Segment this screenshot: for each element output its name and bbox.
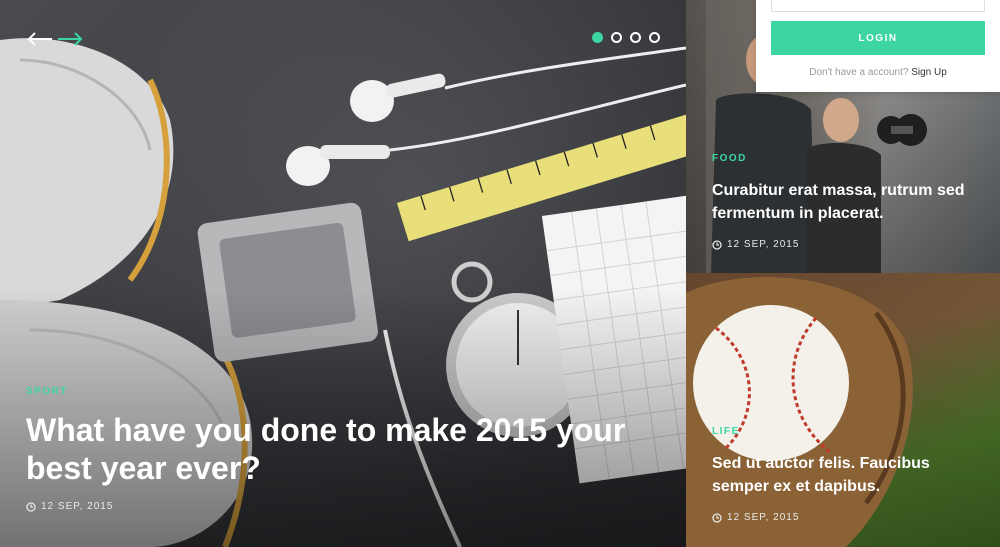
login-button[interactable]: LOGIN: [771, 21, 985, 55]
post-category[interactable]: FOOD: [712, 153, 982, 164]
signup-prompt: Don't have a account?: [809, 67, 909, 78]
side-post-text: LIFE Sed ut auctor felis. Faucibus sempe…: [712, 426, 982, 523]
post-category[interactable]: SPORT: [26, 386, 666, 397]
signup-link[interactable]: Sign Up: [911, 67, 947, 78]
side-post-text: FOOD Curabitur erat massa, rutrum sed fe…: [712, 153, 982, 250]
post-date: 12 SEP, 2015: [727, 512, 800, 523]
slider-dots: [592, 32, 660, 43]
post-meta: 12 SEP, 2015: [712, 512, 982, 523]
slider-dot[interactable]: [649, 32, 660, 43]
clock-icon: [712, 239, 722, 250]
password-field[interactable]: [771, 0, 985, 12]
post-date: 12 SEP, 2015: [727, 239, 800, 250]
login-dropdown: LOGIN Don't have a account? Sign Up: [756, 0, 1000, 92]
slider-arrows: [26, 28, 84, 50]
clock-icon: [26, 501, 36, 512]
post-title[interactable]: Curabitur erat massa, rutrum sed ferment…: [712, 179, 982, 225]
side-post[interactable]: LIFE Sed ut auctor felis. Faucibus sempe…: [686, 273, 1000, 547]
slider-dot[interactable]: [630, 32, 641, 43]
arrow-right-icon[interactable]: [57, 28, 84, 50]
featured-post-text: SPORT What have you done to make 2015 yo…: [26, 386, 666, 512]
post-category[interactable]: LIFE: [712, 426, 982, 437]
post-meta: 12 SEP, 2015: [712, 239, 982, 250]
slider-dot[interactable]: [592, 32, 603, 43]
post-date: 12 SEP, 2015: [41, 501, 114, 512]
slider-dot[interactable]: [611, 32, 622, 43]
clock-icon: [712, 512, 722, 523]
post-meta: 12 SEP, 2015: [26, 501, 666, 512]
post-title[interactable]: Sed ut auctor felis. Faucibus semper ex …: [712, 452, 982, 498]
post-title[interactable]: What have you done to make 2015 your bes…: [26, 411, 666, 487]
signup-prompt-row: Don't have a account? Sign Up: [756, 67, 1000, 78]
featured-post[interactable]: SPORT What have you done to make 2015 yo…: [0, 0, 686, 547]
arrow-left-icon[interactable]: [26, 28, 53, 50]
